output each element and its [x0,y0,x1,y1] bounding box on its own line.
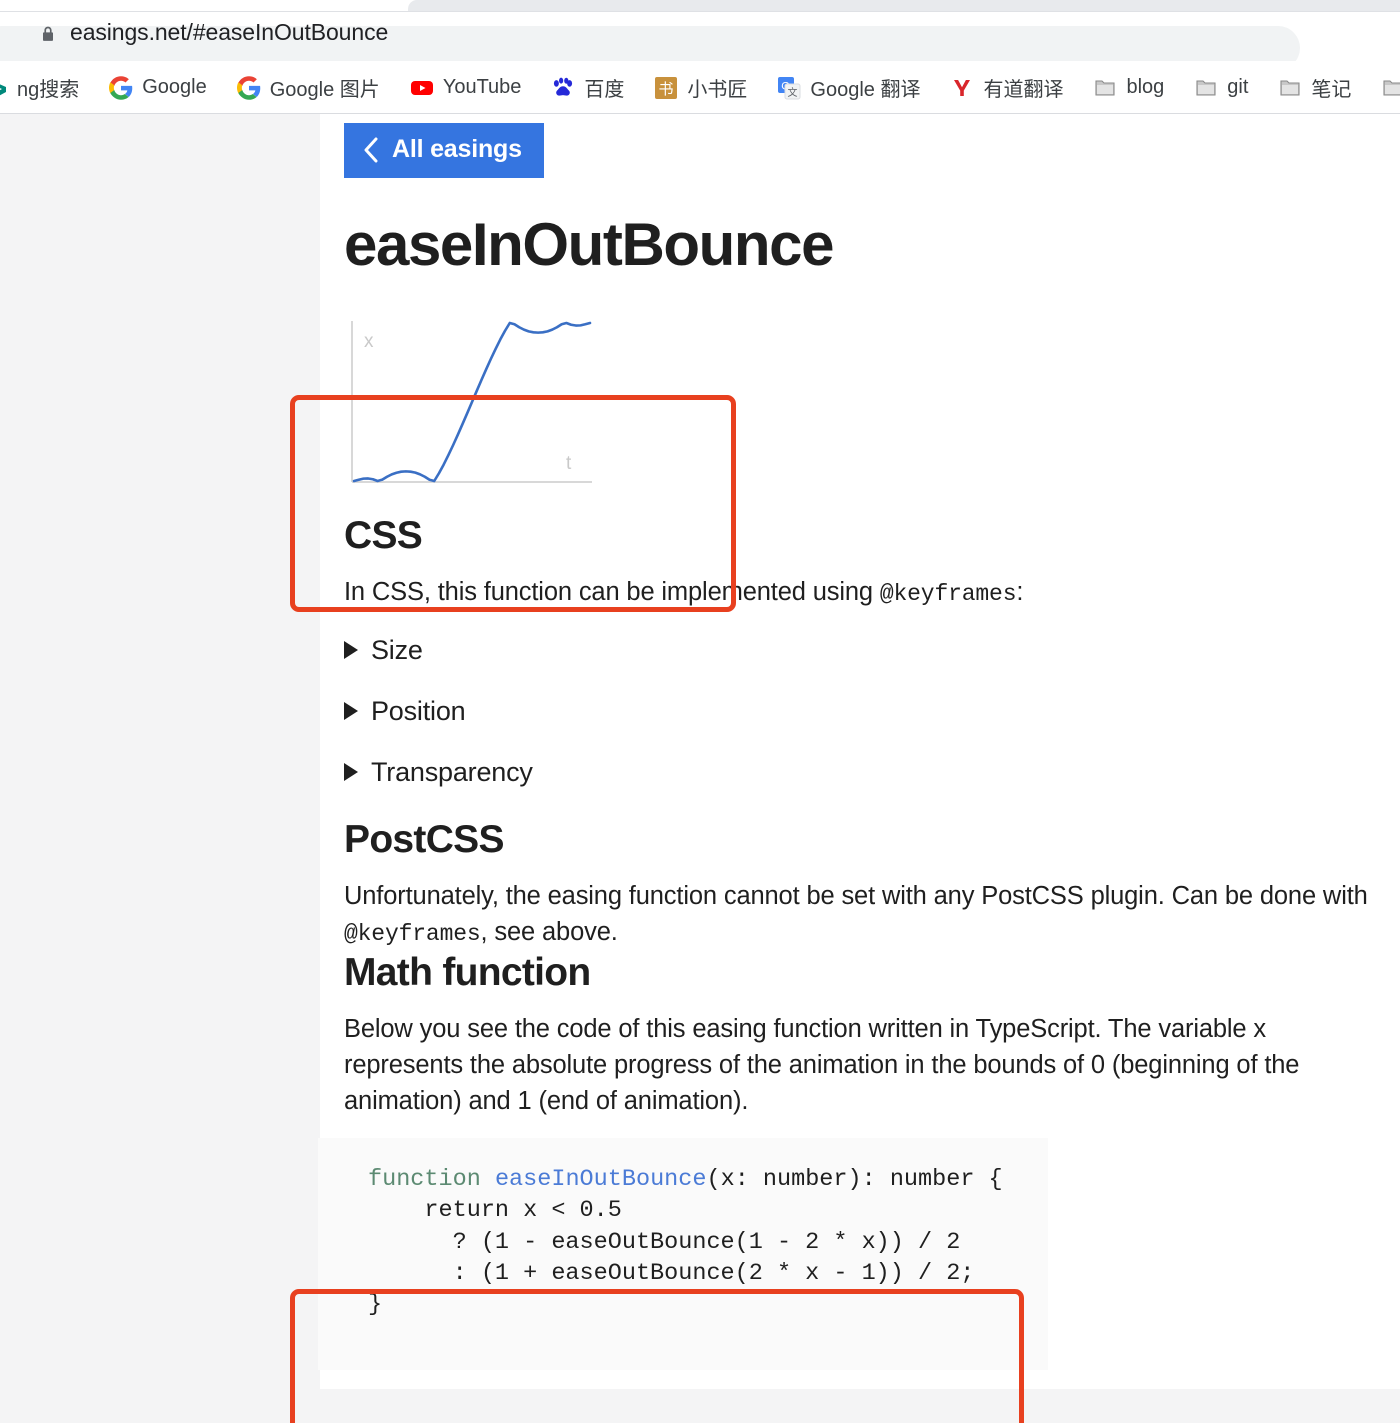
bookmark-youtube[interactable]: YouTube [402,72,530,104]
section-heading-css: CSS [344,514,423,557]
bookmark-google[interactable]: Google [101,72,215,104]
triangle-right-icon [344,641,358,660]
bookmark-folder-notes[interactable]: 笔记 [1270,69,1359,106]
details-position[interactable]: Position [344,695,466,727]
css-intro-before: In CSS, this function can be implemented… [344,578,880,606]
code-keyword-function: function [368,1166,481,1194]
bookmark-label: 笔记 [1311,79,1352,101]
css-intro-after: : [1016,578,1024,606]
folder-icon [1280,79,1300,96]
content-card: All easings easeInOutBounce x t CSS In C… [318,114,1400,1389]
code-line2: return x < 0.5 [368,1197,622,1225]
section-heading-math: Math function [344,950,591,994]
bing-icon [0,83,6,95]
bookmark-label: Google 图片 [269,79,380,101]
google-icon [109,75,133,100]
code-line3: ? (1 - easeOutBounce(1 - 2 * x)) / 2 [368,1228,961,1256]
folder-icon [1095,79,1116,96]
baidu-icon [554,77,573,96]
bookmark-xiaoshujiang[interactable]: 书 小书匠 [646,69,755,106]
css-details-list: Size Position Transparency [344,635,1400,788]
bookmark-label: ng搜索 [17,79,80,101]
url-text: easings.net/#easeInOutBounce [70,19,389,45]
bookmark-baidu[interactable]: 百度 [543,69,632,106]
postcss-text-before: Unfortunately, the easing function canno… [344,881,1368,910]
bookmark-youdao[interactable]: 有道翻译 [942,69,1071,106]
folder-icon [1383,79,1400,96]
bookmark-label: 百度 [584,79,625,101]
details-size[interactable]: Size [344,635,423,666]
bookmark-bing[interactable]: ng搜索 [0,69,87,106]
bookmark-label: Google [142,76,207,98]
x-axis-label: t [566,453,572,474]
google-translate-icon: G 文 [778,76,801,99]
y-axis-label: x [364,331,374,352]
keyframes-code: @keyframes [344,920,481,947]
bookmark-label: Google 翻译 [810,79,921,101]
all-easings-button[interactable]: All easings [344,123,544,178]
bookmark-google-translate[interactable]: G 文 Google 翻译 [769,69,928,106]
postcss-text-after: , see above. [480,917,618,946]
keyframes-code: @keyframes [879,581,1017,607]
code-line1-rest: (x: number): number { [706,1166,1003,1194]
postcss-text: Unfortunately, the easing function canno… [344,878,1384,951]
bookmark-google-images[interactable]: Google 图片 [229,69,388,106]
details-label: Size [371,634,423,665]
youdao-icon [954,79,971,96]
bookmark-label: 有道翻译 [983,79,1064,101]
xiaoshujiang-icon: 书 [655,76,678,99]
page-title: easeInOutBounce [344,211,835,278]
svg-text:书: 书 [659,81,674,98]
triangle-right-icon [344,763,358,782]
google-icon [236,75,260,100]
folder-icon [1196,79,1216,96]
tab-strip [0,0,1400,13]
details-transparency[interactable]: Transparency [344,757,533,788]
bookmark-folder-blog[interactable]: blog [1085,72,1172,104]
easing-curve-line [352,321,592,483]
chevron-left-icon [364,137,378,162]
bookmark-label: blog [1126,76,1165,98]
section-heading-postcss: PostCSS [344,817,505,861]
easing-curve-graph: x t [344,314,624,514]
bookmarks-bar: ng搜索 Google Google 图片 YouTube 百度 书 小书匠 文… [0,61,1400,114]
code-line5: } [368,1291,383,1319]
page-viewport: All easings easeInOutBounce x t CSS In C… [0,114,1400,1423]
triangle-right-icon [344,702,358,721]
details-label: Position [371,695,466,726]
lock-icon[interactable] [38,24,58,44]
details-label: Transparency [371,756,533,787]
browser-chrome: easings.net/#easeInOutBounce ng搜索 Google [0,0,1400,114]
bookmark-label: YouTube [442,76,522,98]
svg-text:文: 文 [788,86,798,99]
bookmark-folder-git[interactable]: git [1186,72,1256,104]
math-text: Below you see the code of this easing fu… [344,1014,1300,1115]
all-easings-label: All easings [392,135,522,163]
bookmark-label: git [1227,76,1249,98]
bookmark-label: 小书匠 [687,79,748,101]
easing-curve-svg: x t [351,321,592,483]
code-block[interactable]: function easeInOutBounce(x: number): num… [318,1138,1048,1371]
code-line4: : (1 + easeOutBounce(2 * x - 1)) / 2; [368,1259,975,1287]
css-intro-text: In CSS, this function can be implemented… [344,574,1384,611]
code-function-name: easeInOutBounce [494,1166,707,1194]
browser-toolbar: easings.net/#easeInOutBounce [0,12,1400,70]
bookmark-folder-overflow[interactable] [1373,72,1400,104]
youtube-icon [410,80,433,95]
